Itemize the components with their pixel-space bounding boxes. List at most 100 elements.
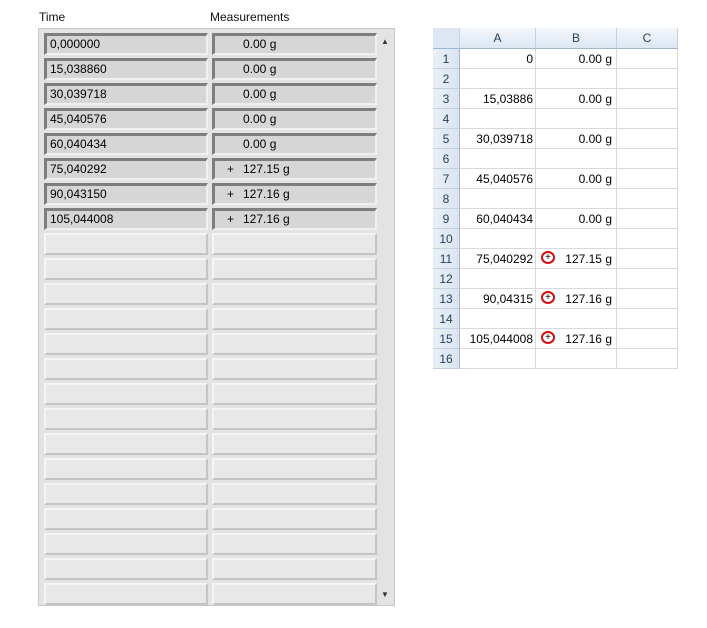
time-cell[interactable] — [44, 358, 208, 380]
time-cell[interactable] — [44, 383, 208, 405]
row-header[interactable]: 13 — [433, 289, 460, 309]
measurement-cell[interactable]: +127.15 g — [212, 158, 377, 180]
cell-a[interactable]: 30,039718 — [460, 129, 536, 149]
table-row[interactable] — [44, 233, 377, 255]
row-header[interactable]: 7 — [433, 169, 460, 189]
cell-a[interactable] — [460, 69, 536, 89]
column-header-c[interactable]: C — [617, 28, 678, 49]
cell-a[interactable] — [460, 189, 536, 209]
row-header[interactable]: 15 — [433, 329, 460, 349]
cell-c[interactable] — [617, 249, 678, 269]
row-header[interactable]: 3 — [433, 89, 460, 109]
time-cell[interactable] — [44, 483, 208, 505]
row-header[interactable]: 10 — [433, 229, 460, 249]
measurement-cell[interactable] — [212, 408, 377, 430]
time-cell[interactable] — [44, 408, 208, 430]
row-header[interactable]: 1 — [433, 49, 460, 69]
row-header[interactable]: 11 — [433, 249, 460, 269]
time-cell[interactable]: 0,000000 — [44, 33, 208, 55]
table-row[interactable]: 30,039718 0.00 g — [44, 83, 377, 105]
measurement-cell[interactable]: +127.16 g — [212, 208, 377, 230]
time-cell[interactable] — [44, 458, 208, 480]
cell-b[interactable] — [536, 109, 617, 129]
time-cell[interactable] — [44, 533, 208, 555]
measurement-cell[interactable] — [212, 533, 377, 555]
cell-a[interactable]: 0 — [460, 49, 536, 69]
measurement-cell[interactable] — [212, 333, 377, 355]
row-header[interactable]: 8 — [433, 189, 460, 209]
measurement-cell[interactable]: 0.00 g — [212, 83, 377, 105]
time-cell[interactable]: 60,040434 — [44, 133, 208, 155]
measurement-cell[interactable] — [212, 458, 377, 480]
cell-b[interactable] — [536, 349, 617, 369]
measurement-cell[interactable] — [212, 308, 377, 330]
cell-b[interactable]: 0.00 g — [536, 49, 617, 69]
measurement-cell[interactable] — [212, 433, 377, 455]
table-row[interactable]: 0,000000 0.00 g — [44, 33, 377, 55]
table-row[interactable] — [44, 283, 377, 305]
measurement-cell[interactable]: 0.00 g — [212, 33, 377, 55]
table-row[interactable] — [44, 458, 377, 480]
time-cell[interactable] — [44, 433, 208, 455]
time-cell[interactable]: 45,040576 — [44, 108, 208, 130]
cell-a[interactable]: 90,04315 — [460, 289, 536, 309]
measurement-cell[interactable]: +127.16 g — [212, 183, 377, 205]
cell-b[interactable]: 0.00 g — [536, 89, 617, 109]
cell-c[interactable] — [617, 269, 678, 289]
row-header[interactable]: 2 — [433, 69, 460, 89]
time-cell[interactable] — [44, 308, 208, 330]
time-cell[interactable] — [44, 258, 208, 280]
table-row[interactable]: 90,043150 +127.16 g — [44, 183, 377, 205]
table-row[interactable] — [44, 583, 377, 605]
row-header[interactable]: 5 — [433, 129, 460, 149]
cell-c[interactable] — [617, 49, 678, 69]
cell-b[interactable]: +127.16 g — [536, 329, 617, 349]
row-header[interactable]: 14 — [433, 309, 460, 329]
table-row[interactable]: 105,044008 +127.16 g — [44, 208, 377, 230]
cell-b[interactable]: 0.00 g — [536, 209, 617, 229]
time-cell[interactable]: 75,040292 — [44, 158, 208, 180]
table-row[interactable] — [44, 358, 377, 380]
cell-b[interactable]: 0.00 g — [536, 129, 617, 149]
measurement-cell[interactable]: 0.00 g — [212, 58, 377, 80]
cell-c[interactable] — [617, 169, 678, 189]
time-cell[interactable] — [44, 283, 208, 305]
measurement-cell[interactable] — [212, 483, 377, 505]
time-cell[interactable]: 105,044008 — [44, 208, 208, 230]
time-cell[interactable]: 90,043150 — [44, 183, 208, 205]
table-row[interactable]: 75,040292 +127.15 g — [44, 158, 377, 180]
cell-c[interactable] — [617, 309, 678, 329]
row-header[interactable]: 12 — [433, 269, 460, 289]
table-row[interactable]: 45,040576 0.00 g — [44, 108, 377, 130]
cell-b[interactable] — [536, 309, 617, 329]
cell-b[interactable]: 0.00 g — [536, 169, 617, 189]
row-header[interactable]: 6 — [433, 149, 460, 169]
measurement-cell[interactable] — [212, 233, 377, 255]
row-header[interactable]: 9 — [433, 209, 460, 229]
time-cell[interactable]: 15,038860 — [44, 58, 208, 80]
table-row[interactable]: 60,040434 0.00 g — [44, 133, 377, 155]
table-scrollbar[interactable]: ▲ ▼ — [379, 33, 393, 601]
cell-c[interactable] — [617, 109, 678, 129]
cell-a[interactable] — [460, 309, 536, 329]
time-cell[interactable] — [44, 233, 208, 255]
time-cell[interactable] — [44, 558, 208, 580]
cell-c[interactable] — [617, 289, 678, 309]
measurement-cell[interactable] — [212, 508, 377, 530]
cell-b[interactable]: +127.15 g — [536, 249, 617, 269]
table-row[interactable] — [44, 333, 377, 355]
cell-a[interactable]: 15,03886 — [460, 89, 536, 109]
cell-c[interactable] — [617, 129, 678, 149]
cell-c[interactable] — [617, 89, 678, 109]
cell-c[interactable] — [617, 349, 678, 369]
table-row[interactable] — [44, 483, 377, 505]
cell-c[interactable] — [617, 229, 678, 249]
cell-a[interactable]: 60,040434 — [460, 209, 536, 229]
measurement-cell[interactable]: 0.00 g — [212, 133, 377, 155]
scroll-up-icon[interactable]: ▲ — [381, 37, 389, 46]
column-header-b[interactable]: B — [536, 28, 617, 49]
cell-c[interactable] — [617, 189, 678, 209]
select-all-corner[interactable] — [433, 28, 460, 49]
cell-c[interactable] — [617, 149, 678, 169]
cell-a[interactable] — [460, 269, 536, 289]
